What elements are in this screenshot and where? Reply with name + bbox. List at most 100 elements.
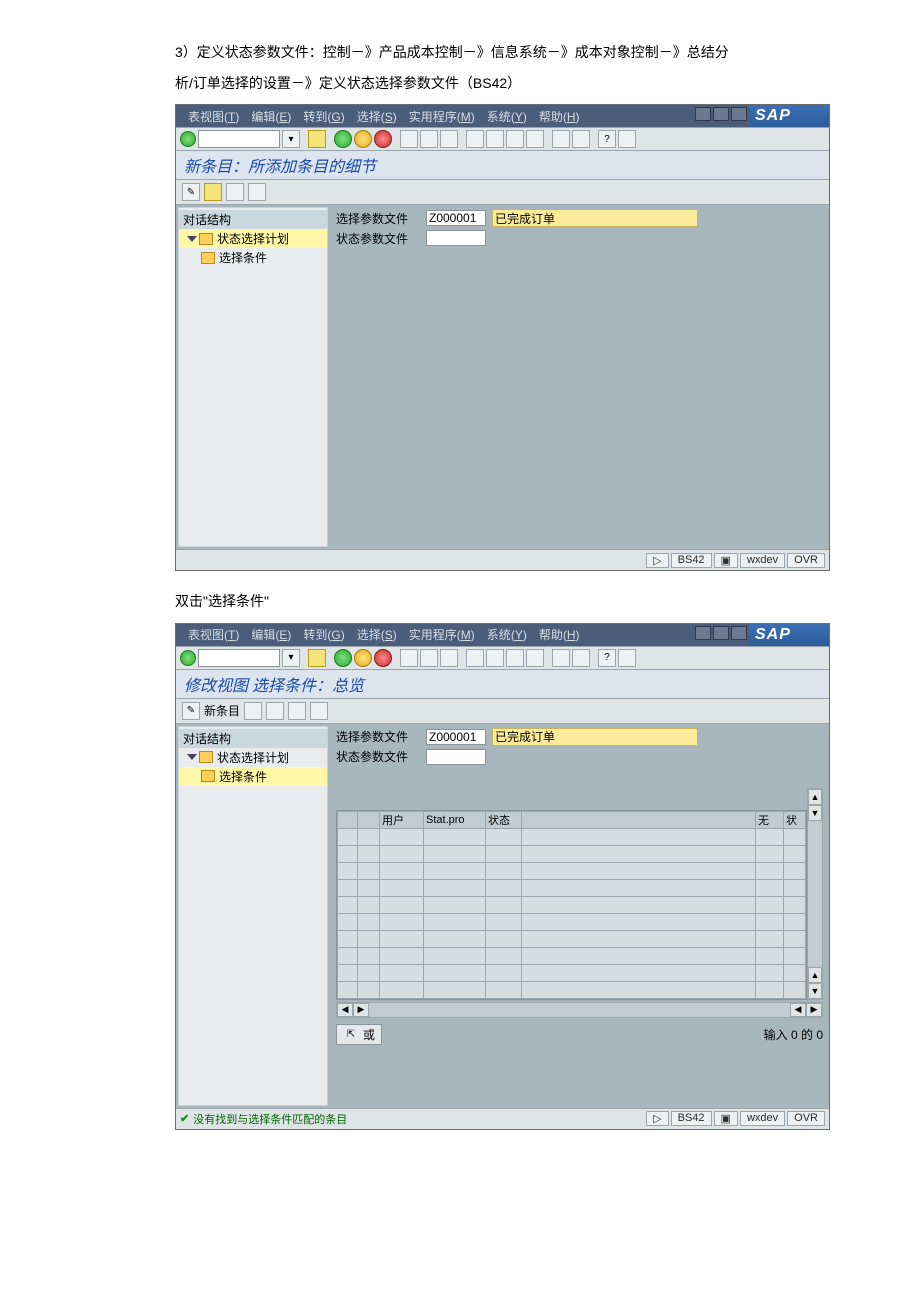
input-select-profile[interactable]: Z000001 <box>426 729 486 745</box>
new-session-icon[interactable] <box>552 649 570 667</box>
scroll-left2-icon[interactable]: ◀ <box>790 1003 806 1017</box>
scroll-down-icon[interactable]: ▼ <box>808 805 822 821</box>
table-row[interactable] <box>338 896 806 913</box>
scroll-right2-icon[interactable]: ▶ <box>806 1003 822 1017</box>
first-page-icon[interactable] <box>466 130 484 148</box>
expand-icon[interactable] <box>187 236 197 242</box>
delete-icon[interactable] <box>266 702 284 720</box>
findnext-icon[interactable] <box>440 649 458 667</box>
first-page-icon[interactable] <box>466 649 484 667</box>
menu-help[interactable]: 帮助(H) <box>533 108 586 125</box>
next-page-icon[interactable] <box>506 130 524 148</box>
enter-button[interactable] <box>180 650 196 666</box>
tree-leaf-select-cond[interactable]: 选择条件 <box>179 767 327 786</box>
scroll-down2-icon[interactable]: ▼ <box>808 983 822 999</box>
findnext-icon[interactable] <box>440 130 458 148</box>
save-variant-icon[interactable] <box>204 183 222 201</box>
menu-utilities[interactable]: 实用程序(M) <box>403 626 481 643</box>
table-row[interactable] <box>338 879 806 896</box>
table-row[interactable] <box>338 828 806 845</box>
menu-edit[interactable]: 编辑(E) <box>245 626 297 643</box>
vertical-scrollbar[interactable]: ▲ ▼ ▲ ▼ <box>807 788 823 1000</box>
prev-entry-icon[interactable] <box>226 183 244 201</box>
horizontal-scrollbar[interactable]: ◀ ▶ ◀ ▶ <box>336 1002 823 1018</box>
next-page-icon[interactable] <box>506 649 524 667</box>
toggle-icon[interactable]: ✎ <box>182 702 200 720</box>
input-status-profile[interactable] <box>426 749 486 765</box>
cancel-icon[interactable] <box>374 130 392 148</box>
tree-node-status-plan[interactable]: 状态选择计划 <box>179 229 327 248</box>
window-controls[interactable] <box>695 107 747 121</box>
menu-goto[interactable]: 转到(G) <box>297 108 350 125</box>
menu-system[interactable]: 系统(Y) <box>481 626 533 643</box>
col-user[interactable]: 用户 <box>380 811 424 828</box>
menu-select[interactable]: 选择(S) <box>351 626 403 643</box>
enter-button[interactable] <box>180 131 196 147</box>
input-status-profile[interactable] <box>426 230 486 246</box>
menu-view[interactable]: 表视图(T) <box>182 626 245 643</box>
find-icon[interactable] <box>420 649 438 667</box>
window-controls[interactable] <box>695 626 747 640</box>
table-row[interactable] <box>338 930 806 947</box>
table-control[interactable]: 用户 Stat.pro 状态 无 状 <box>336 810 807 1000</box>
exit-icon[interactable] <box>354 130 372 148</box>
deselect-all-icon[interactable] <box>310 702 328 720</box>
col-blank[interactable] <box>358 811 380 828</box>
status-expand-icon[interactable]: ▷ <box>646 553 668 568</box>
toggle-icon[interactable]: ✎ <box>182 183 200 201</box>
col-stat2[interactable]: 状 <box>784 811 806 828</box>
position-button[interactable]: ⇱ 或 <box>336 1024 382 1045</box>
print-icon[interactable] <box>400 130 418 148</box>
menu-view[interactable]: 表视图(T) <box>182 108 245 125</box>
command-field[interactable] <box>198 130 280 148</box>
new-session-icon[interactable] <box>552 130 570 148</box>
col-desc[interactable] <box>522 811 756 828</box>
shortcut-icon[interactable] <box>572 130 590 148</box>
table-row[interactable] <box>338 981 806 998</box>
back-icon[interactable] <box>334 649 352 667</box>
select-all-icon[interactable] <box>288 702 306 720</box>
table-row[interactable] <box>338 913 806 930</box>
cancel-icon[interactable] <box>374 649 392 667</box>
scroll-up2-icon[interactable]: ▲ <box>808 967 822 983</box>
scroll-right-icon[interactable]: ▶ <box>353 1003 369 1017</box>
menu-goto[interactable]: 转到(G) <box>297 626 350 643</box>
desc-select-profile[interactable]: 已完成订单 <box>492 209 698 227</box>
menu-select[interactable]: 选择(S) <box>351 108 403 125</box>
print-icon[interactable] <box>400 649 418 667</box>
status-session-icon[interactable]: ▣ <box>714 1111 738 1126</box>
dropdown-icon[interactable]: ▾ <box>282 130 300 148</box>
menu-utilities[interactable]: 实用程序(M) <box>403 108 481 125</box>
last-page-icon[interactable] <box>526 130 544 148</box>
scroll-left-icon[interactable]: ◀ <box>337 1003 353 1017</box>
prev-page-icon[interactable] <box>486 649 504 667</box>
scroll-up-icon[interactable]: ▲ <box>808 789 822 805</box>
status-expand-icon[interactable]: ▷ <box>646 1111 668 1126</box>
layout-icon[interactable] <box>618 130 636 148</box>
exit-icon[interactable] <box>354 649 372 667</box>
save-icon[interactable] <box>308 649 326 667</box>
new-entry-button[interactable]: 新条目 <box>204 702 240 719</box>
status-session-icon[interactable]: ▣ <box>714 553 738 568</box>
col-status[interactable]: 状态 <box>486 811 522 828</box>
dropdown-icon[interactable]: ▾ <box>282 649 300 667</box>
menu-system[interactable]: 系统(Y) <box>481 108 533 125</box>
layout-icon[interactable] <box>618 649 636 667</box>
menu-edit[interactable]: 编辑(E) <box>245 108 297 125</box>
col-none[interactable]: 无 <box>756 811 784 828</box>
save-icon[interactable] <box>308 130 326 148</box>
tree-leaf-select-cond[interactable]: 选择条件 <box>179 248 327 267</box>
prev-page-icon[interactable] <box>486 130 504 148</box>
table-row[interactable] <box>338 845 806 862</box>
next-entry-icon[interactable] <box>248 183 266 201</box>
col-statpro[interactable]: Stat.pro <box>424 811 486 828</box>
help-icon[interactable]: ? <box>598 130 616 148</box>
menu-help[interactable]: 帮助(H) <box>533 626 586 643</box>
tree-node-status-plan[interactable]: 状态选择计划 <box>179 748 327 767</box>
table-row[interactable] <box>338 947 806 964</box>
col-selector[interactable] <box>338 811 358 828</box>
table-row[interactable] <box>338 964 806 981</box>
copy-icon[interactable] <box>244 702 262 720</box>
find-icon[interactable] <box>420 130 438 148</box>
command-field[interactable] <box>198 649 280 667</box>
